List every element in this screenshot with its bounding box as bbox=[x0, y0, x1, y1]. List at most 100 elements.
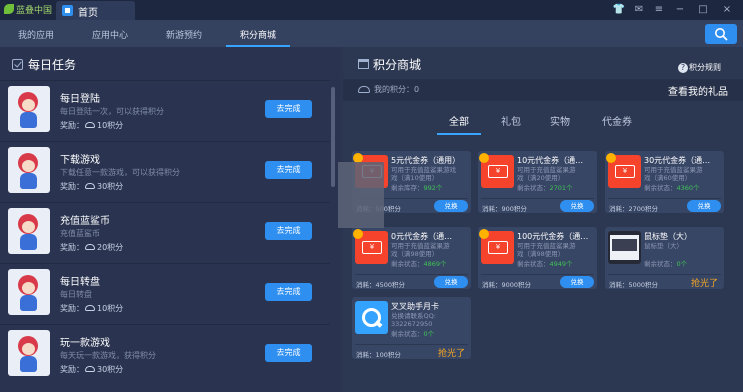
leaf-icon bbox=[4, 4, 14, 14]
task-description: 每天玩一款游戏，获得积分 bbox=[60, 351, 156, 360]
shop-item-card[interactable]: ¥100元代金券（通… 可用于充值蓝鲨果游 戏（满98使用） 剩余状态：4949个 消耗… bbox=[478, 227, 597, 289]
points-icon bbox=[85, 183, 95, 189]
maximize-icon[interactable]: □ bbox=[696, 3, 710, 16]
task-row: 每日登陆 每日登陆一次，可以获得积分 奖励： 10积分 去完成 bbox=[0, 80, 330, 140]
points-mall-header: 积分商城 ? 积分规则 bbox=[343, 47, 743, 79]
sold-out-label: 抢光了 bbox=[437, 349, 465, 359]
task-name: 每日登陆 bbox=[60, 94, 100, 105]
points-rules-label: 积分规则 bbox=[689, 63, 721, 72]
redeem-button[interactable]: 兑换 bbox=[434, 276, 468, 288]
daily-tasks-panel: 每日任务 每日登陆 每日登陆一次，可以获得积分 奖励： 10积分 去完成 下载游戏 下载任意… bbox=[0, 47, 340, 392]
tab-points-mall[interactable]: 积分商城 bbox=[226, 28, 290, 47]
redeem-button[interactable]: 兑换 bbox=[560, 276, 594, 288]
search-button[interactable] bbox=[705, 24, 737, 44]
home-tab[interactable]: 首页 bbox=[56, 1, 135, 20]
scrollbar[interactable] bbox=[331, 87, 335, 187]
complete-task-button[interactable]: 去完成 bbox=[265, 344, 312, 362]
category-all[interactable]: 全部 bbox=[437, 113, 481, 135]
title-bar: 蓝叠中国 首页 👕 ✉ ≡ − □ × bbox=[0, 0, 743, 20]
mail-icon[interactable]: ✉ bbox=[632, 3, 646, 16]
complete-task-button[interactable]: 去完成 bbox=[265, 100, 312, 118]
redeem-button[interactable]: 兑换 bbox=[560, 200, 594, 212]
item-name: 鼠标垫（大） bbox=[644, 232, 692, 241]
item-stock: 剩余库存：992个 bbox=[391, 182, 469, 192]
reward-label: 奖励： bbox=[60, 304, 84, 313]
item-description-2: 戏（满10使用） bbox=[391, 174, 439, 182]
stock-label: 剩余状态： bbox=[517, 184, 550, 192]
help-icon: ? bbox=[678, 63, 688, 73]
points-icon bbox=[85, 305, 95, 311]
tab-app-center[interactable]: 应用中心 bbox=[84, 28, 136, 47]
stock-label: 剩余状态： bbox=[391, 330, 424, 338]
logo-text: 蓝叠中国 bbox=[16, 6, 53, 16]
redeem-button[interactable]: 兑换 bbox=[434, 200, 468, 212]
skin-icon[interactable]: 👕 bbox=[612, 3, 626, 16]
item-stock: 剩余状态：4869个 bbox=[391, 258, 469, 268]
points-bar: 我的积分：0 查看我的礼品 bbox=[343, 79, 743, 101]
reward-value: 10积分 bbox=[97, 121, 124, 130]
stock-value: 4869个 bbox=[423, 260, 447, 268]
category-physical[interactable]: 实物 bbox=[540, 113, 580, 135]
points-icon bbox=[85, 122, 95, 128]
complete-task-button[interactable]: 去完成 bbox=[265, 283, 312, 301]
tab-new-games[interactable]: 新游预约 bbox=[158, 28, 210, 47]
close-icon[interactable]: × bbox=[720, 3, 734, 16]
task-reward: 奖励： 30积分 bbox=[60, 181, 123, 192]
shop-item-card[interactable]: ¥10元代金券（通… 可用于充值蓝鲨果游 戏（满20使用） 剩余状态：2701个 消耗：… bbox=[478, 151, 597, 213]
app-icon bbox=[355, 301, 388, 334]
item-stock: 剩余状态：2701个 bbox=[517, 182, 595, 192]
tab-my-apps[interactable]: 我的应用 bbox=[10, 28, 62, 47]
item-description-2: 戏（满20使用） bbox=[517, 174, 565, 182]
sold-out-label: 抢光了 bbox=[690, 279, 718, 289]
task-row: 每日转盘 每日转盘 奖励： 10积分 去完成 bbox=[0, 263, 330, 323]
item-cost: 消耗：900积分 bbox=[482, 205, 527, 213]
shop-item-card[interactable]: ¥30元代金券（通… 可用于充值蓝鲨果游 戏（满60使用） 剩余状态：4360个 消耗：… bbox=[605, 151, 724, 213]
task-row: 下载游戏 下载任意一款游戏，可以获得积分 奖励： 30积分 去完成 bbox=[0, 141, 330, 201]
item-name: 30元代金券（通… bbox=[644, 156, 711, 165]
voucher-icon: ¥ bbox=[479, 229, 514, 264]
home-tab-label: 首页 bbox=[78, 8, 98, 19]
mascot-avatar bbox=[8, 147, 50, 193]
points-rules-link[interactable]: ? 积分规则 bbox=[678, 62, 721, 73]
task-name: 充值蓝鲨币 bbox=[60, 216, 110, 227]
item-description: 可用于充值蓝鲨果游 bbox=[517, 242, 576, 250]
stock-value: 0个 bbox=[676, 260, 688, 268]
reward-label: 奖励： bbox=[60, 182, 84, 191]
home-icon bbox=[62, 5, 73, 16]
reward-value: 30积分 bbox=[97, 365, 124, 374]
item-cost: 消耗：4500积分 bbox=[356, 281, 406, 289]
complete-task-button[interactable]: 去完成 bbox=[265, 161, 312, 179]
voucher-icon: ¥ bbox=[479, 153, 514, 188]
minimize-icon[interactable]: − bbox=[673, 3, 687, 16]
app-logo: 蓝叠中国 bbox=[4, 3, 54, 16]
task-row: 玩一款游戏 每天玩一款游戏，获得积分 奖励： 30积分 去完成 bbox=[0, 324, 330, 384]
reward-label: 奖励： bbox=[60, 365, 84, 374]
item-cost: 消耗：100积分 bbox=[356, 351, 401, 359]
my-gifts-link[interactable]: 查看我的礼品 bbox=[668, 83, 728, 98]
mascot-avatar bbox=[8, 86, 50, 132]
search-icon bbox=[715, 28, 728, 41]
shop-item-card[interactable]: 叉叉助手月卡 兑换请联系QQ: 3322672950 剩余状态：0个 消耗：100积分抢… bbox=[352, 297, 471, 359]
item-description-2: 3322672950 bbox=[391, 320, 433, 328]
shop-item-card[interactable]: 鼠标垫（大） 鼠标垫（大） 剩余状态：0个 消耗：5000积分 抢光了 bbox=[605, 227, 724, 289]
task-reward: 奖励： 30积分 bbox=[60, 364, 123, 375]
stock-label: 剩余状态： bbox=[644, 184, 677, 192]
mosaic-blur bbox=[338, 162, 384, 228]
voucher-icon: ¥ bbox=[606, 153, 641, 188]
menu-icon[interactable]: ≡ bbox=[652, 3, 666, 16]
item-cost: 消耗：9000积分 bbox=[482, 281, 532, 289]
task-row: 充值蓝鲨币 充值蓝鲨币 奖励： 20积分 去完成 bbox=[0, 202, 330, 262]
mascot-avatar bbox=[8, 330, 50, 376]
category-voucher[interactable]: 代金券 bbox=[593, 113, 641, 135]
complete-task-button[interactable]: 去完成 bbox=[265, 222, 312, 240]
my-points: 我的积分：0 bbox=[374, 85, 420, 94]
reward-value: 20积分 bbox=[97, 243, 124, 252]
redeem-button[interactable]: 兑换 bbox=[687, 200, 721, 212]
stock-value: 0个 bbox=[423, 330, 435, 338]
shop-icon bbox=[358, 59, 369, 69]
shop-item-card[interactable]: ¥0元代金券（通… 可用于充值蓝鲨果游 戏（满98使用） 剩余状态：4869个 消耗：4… bbox=[352, 227, 471, 289]
points-icon bbox=[85, 366, 95, 372]
category-gift-pack[interactable]: 礼包 bbox=[491, 113, 531, 135]
item-cost: 消耗：2700积分 bbox=[609, 205, 659, 213]
checklist-icon bbox=[12, 59, 23, 70]
